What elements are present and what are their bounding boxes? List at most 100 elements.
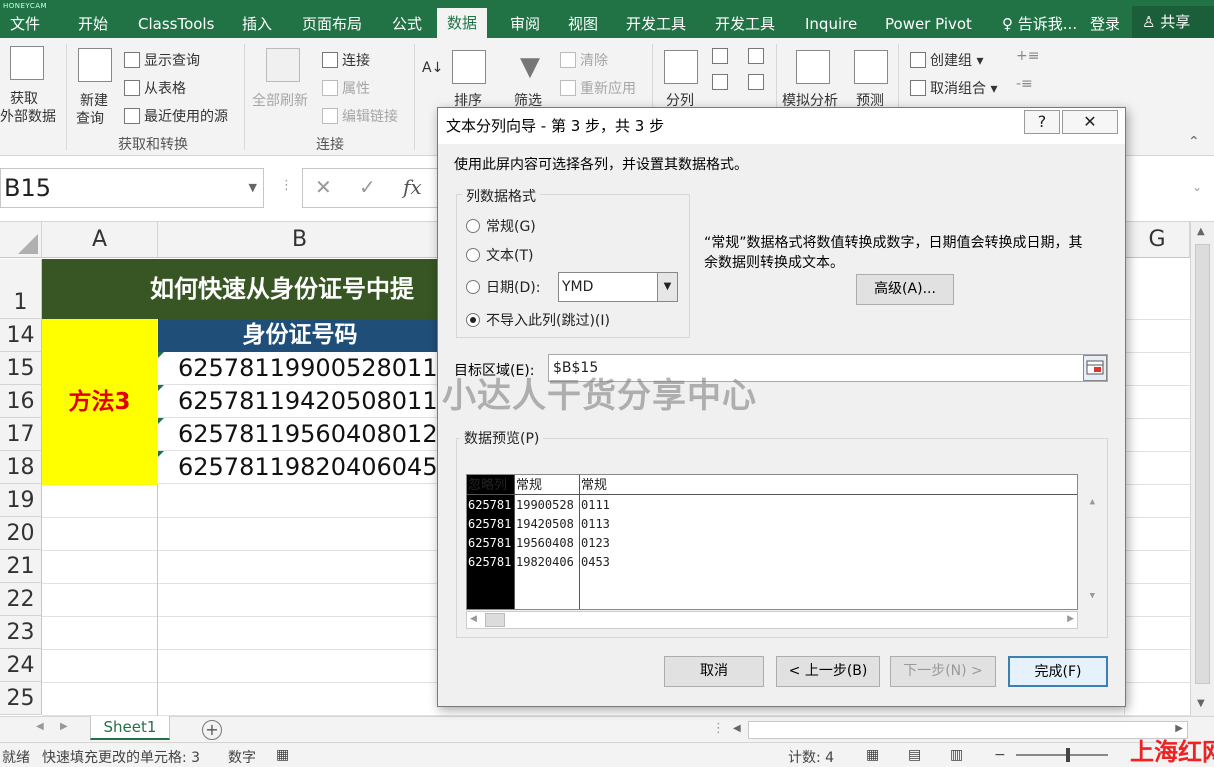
- row-header-19[interactable]: 19: [0, 484, 42, 517]
- hide-detail-icon[interactable]: -≡: [1016, 76, 1033, 92]
- id-header-cell[interactable]: 身份证号码: [158, 319, 442, 352]
- column-header-b[interactable]: B: [158, 222, 442, 258]
- tab-review[interactable]: 审阅: [510, 10, 540, 38]
- back-button[interactable]: < 上一步(B): [776, 656, 880, 687]
- show-queries-button[interactable]: 显示查询: [124, 50, 200, 70]
- row-header-25[interactable]: 25: [0, 682, 42, 715]
- tab-formulas[interactable]: 公式: [392, 10, 422, 38]
- method-cell[interactable]: 方法3: [42, 319, 157, 485]
- confirm-entry-icon[interactable]: ✓: [359, 175, 376, 199]
- row-header-17[interactable]: 17: [0, 418, 42, 451]
- connections-button[interactable]: 连接: [322, 50, 370, 70]
- clear-button[interactable]: 清除: [560, 50, 608, 70]
- row-header-1[interactable]: 1: [0, 259, 42, 319]
- finish-button[interactable]: 完成(F): [1008, 656, 1108, 687]
- scroll-thumb[interactable]: [1195, 244, 1210, 684]
- consolidate-icon[interactable]: [748, 48, 764, 64]
- name-box[interactable]: B15 ▼: [0, 168, 264, 208]
- tab-page-layout[interactable]: 页面布局: [302, 10, 362, 38]
- normal-view-icon[interactable]: ▦: [866, 747, 879, 763]
- ungroup-button[interactable]: 取消组合 ▾: [910, 78, 997, 98]
- row-header-24[interactable]: 24: [0, 649, 42, 682]
- id-cell-b17[interactable]: 625781195604080123: [158, 418, 442, 451]
- recent-sources-button[interactable]: 最近使用的源: [124, 106, 228, 126]
- tab-file[interactable]: 文件: [10, 10, 40, 38]
- flash-fill-icon[interactable]: [712, 48, 728, 64]
- tab-power-pivot[interactable]: Power Pivot: [885, 10, 972, 38]
- properties-button[interactable]: 属性: [322, 78, 370, 98]
- column-header-a[interactable]: A: [42, 222, 158, 258]
- tell-me-box[interactable]: ♀ 告诉我...: [1002, 10, 1077, 38]
- preview-header-col2[interactable]: 常规: [516, 476, 542, 494]
- preview-header-col3[interactable]: 常规: [581, 476, 607, 494]
- preview-scroll-up-icon[interactable]: ▲: [1090, 497, 1095, 507]
- scroll-left-icon[interactable]: ◀: [733, 723, 741, 734]
- sort-az-icon[interactable]: A↓: [422, 60, 443, 76]
- preview-header-col1[interactable]: 忽略列: [468, 476, 507, 494]
- scroll-down-icon[interactable]: ▼: [1197, 698, 1205, 709]
- horizontal-scrollbar[interactable]: ◀ ▶: [733, 721, 1188, 739]
- tab-view[interactable]: 视图: [568, 10, 598, 38]
- row-header-20[interactable]: 20: [0, 517, 42, 550]
- reapply-button[interactable]: 重新应用: [560, 78, 636, 98]
- range-select-icon[interactable]: [1083, 355, 1107, 381]
- add-sheet-icon[interactable]: +: [202, 720, 222, 740]
- page-layout-view-icon[interactable]: ▤: [908, 747, 921, 763]
- row-header-23[interactable]: 23: [0, 616, 42, 649]
- refresh-all-button[interactable]: 全部刷新: [252, 90, 308, 110]
- group-button[interactable]: 创建组 ▾: [910, 50, 983, 70]
- get-external-data-line2[interactable]: 外部数据: [0, 106, 56, 126]
- edit-links-button[interactable]: 编辑链接: [322, 106, 398, 126]
- row-header-15[interactable]: 15: [0, 352, 42, 385]
- zoom-slider-thumb[interactable]: [1066, 748, 1070, 762]
- row-header-14[interactable]: 14: [0, 319, 42, 352]
- expand-formula-bar-icon[interactable]: ⌄: [1192, 180, 1202, 194]
- tab-inquire[interactable]: Inquire: [805, 10, 857, 38]
- tab-developer-2[interactable]: 开发工具: [715, 10, 775, 38]
- share-button[interactable]: ♙ 共享: [1132, 6, 1214, 38]
- column-header-g[interactable]: G: [1124, 222, 1190, 258]
- id-cell-b15[interactable]: 625781199005280111: [158, 352, 442, 385]
- scroll-sheets-right-icon[interactable]: ▶: [60, 721, 68, 732]
- show-detail-icon[interactable]: +≡: [1016, 48, 1039, 64]
- preview-scroll-left-icon[interactable]: ◀: [470, 614, 477, 624]
- preview-column-divider[interactable]: [579, 475, 580, 609]
- row-header-22[interactable]: 22: [0, 583, 42, 616]
- title-cell[interactable]: 如何快速从身份证号中提: [42, 259, 442, 319]
- preview-scroll-right-icon[interactable]: ▶: [1067, 614, 1074, 624]
- zoom-slider[interactable]: [1016, 754, 1108, 756]
- page-break-view-icon[interactable]: ▥: [950, 747, 963, 763]
- preview-column-divider[interactable]: [514, 475, 515, 609]
- login-link[interactable]: 登录: [1090, 10, 1120, 38]
- get-external-data-line1[interactable]: 获取: [10, 88, 38, 108]
- radio-general[interactable]: 常规(G): [466, 216, 536, 236]
- sheet-tab-sheet1[interactable]: Sheet1: [90, 716, 170, 740]
- scroll-sheets-left-icon[interactable]: ◀: [36, 721, 44, 732]
- row-header-21[interactable]: 21: [0, 550, 42, 583]
- relationships-icon[interactable]: [748, 74, 764, 90]
- from-table-button[interactable]: 从表格: [124, 78, 186, 98]
- data-preview-table[interactable]: 忽略列 常规 常规 625781 19900528 0111 625781 19…: [466, 474, 1095, 610]
- next-button[interactable]: 下一步(N) >: [890, 656, 996, 687]
- cancel-button[interactable]: 取消: [664, 656, 764, 687]
- select-all-corner[interactable]: [0, 222, 42, 258]
- id-cell-b16[interactable]: 625781194205080113: [158, 385, 442, 418]
- macro-record-icon[interactable]: ▦: [276, 747, 289, 763]
- vertical-scrollbar[interactable]: ▲ ▼: [1190, 222, 1214, 716]
- help-button[interactable]: ?: [1024, 110, 1060, 134]
- preview-scroll-down-icon[interactable]: ▼: [1090, 591, 1095, 601]
- row-header-16[interactable]: 16: [0, 385, 42, 418]
- chevron-down-icon[interactable]: ▼: [249, 169, 257, 207]
- radio-text[interactable]: 文本(T): [466, 245, 533, 265]
- tab-splitter-icon[interactable]: ⋮: [712, 721, 725, 736]
- tab-home[interactable]: 开始: [78, 10, 108, 38]
- chevron-down-icon[interactable]: ▼: [657, 273, 677, 301]
- row-header-18[interactable]: 18: [0, 451, 42, 484]
- zoom-out-icon[interactable]: −: [994, 747, 1006, 763]
- cancel-entry-icon[interactable]: ✕: [315, 175, 332, 199]
- preview-scroll-thumb[interactable]: [485, 613, 505, 627]
- advanced-button[interactable]: 高级(A)...: [856, 274, 954, 305]
- tab-classtools[interactable]: ClassTools: [138, 10, 214, 38]
- preview-horizontal-scrollbar[interactable]: ◀ ▶: [466, 611, 1078, 629]
- tab-developer[interactable]: 开发工具: [626, 10, 686, 38]
